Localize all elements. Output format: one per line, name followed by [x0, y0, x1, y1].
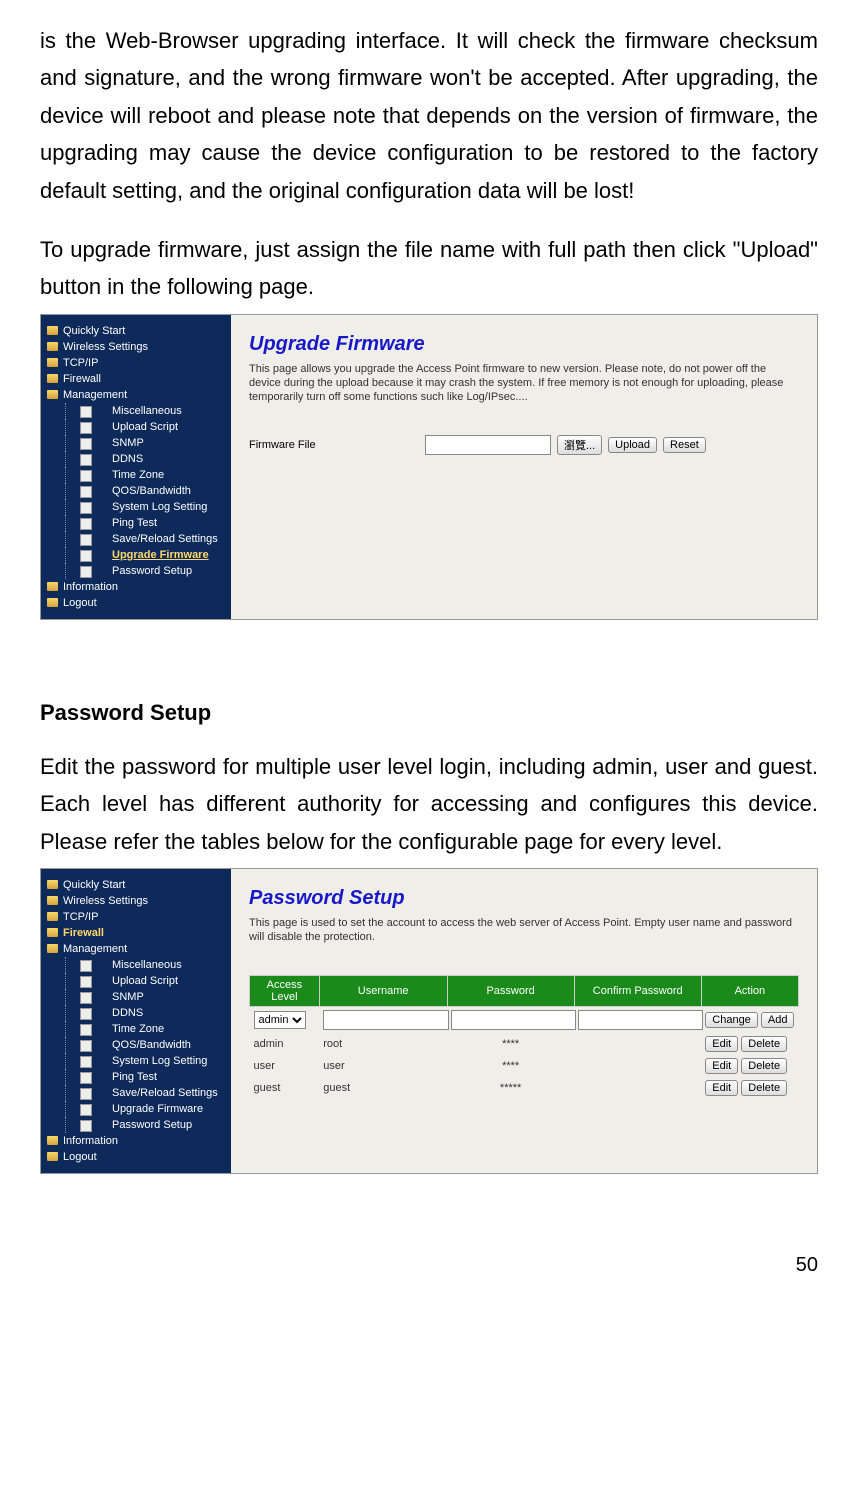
nav-wireless-settings[interactable]: Wireless Settings: [41, 339, 231, 355]
delete-button[interactable]: Delete: [741, 1036, 787, 1052]
nav-wireless-settings[interactable]: Wireless Settings: [41, 893, 231, 909]
edit-button[interactable]: Edit: [705, 1058, 738, 1074]
sidebar: Quickly Start Wireless Settings TCP/IP F…: [41, 869, 231, 1173]
nav-sub-misc[interactable]: Miscellaneous: [65, 403, 231, 419]
delete-button[interactable]: Delete: [741, 1080, 787, 1096]
edit-button[interactable]: Edit: [705, 1080, 738, 1096]
nav-sub-upload-script[interactable]: Upload Script: [65, 973, 231, 989]
table-row: admin root **** Edit Delete: [250, 1033, 799, 1055]
cell-user: user: [319, 1055, 447, 1077]
nav-sub-snmp[interactable]: SNMP: [65, 435, 231, 451]
col-username: Username: [319, 975, 447, 1006]
table-row: user user **** Edit Delete: [250, 1055, 799, 1077]
page-title: Upgrade Firmware: [249, 333, 799, 356]
nav-sub-upgrade-firmware[interactable]: Upgrade Firmware: [65, 547, 231, 563]
intro-paragraph-2: To upgrade firmware, just assign the fil…: [40, 231, 818, 306]
page-description: This page is used to set the account to …: [249, 916, 799, 945]
upload-button[interactable]: Upload: [608, 437, 657, 453]
nav-sub-save-reload[interactable]: Save/Reload Settings: [65, 531, 231, 547]
nav-firewall[interactable]: Firewall: [41, 371, 231, 387]
nav-management[interactable]: Management: [41, 387, 231, 403]
nav-sub-syslog[interactable]: System Log Setting: [65, 499, 231, 515]
password-setup-body: Edit the password for multiple user leve…: [40, 748, 818, 860]
col-action: Action: [701, 975, 798, 1006]
firmware-file-input[interactable]: [425, 435, 551, 455]
edit-button[interactable]: Edit: [705, 1036, 738, 1052]
nav-logout[interactable]: Logout: [41, 1149, 231, 1165]
col-password: Password: [447, 975, 574, 1006]
reset-button[interactable]: Reset: [663, 437, 706, 453]
password-setup-heading: Password Setup: [40, 700, 818, 726]
col-confirm-password: Confirm Password: [574, 975, 701, 1006]
browse-button[interactable]: 瀏覽...: [557, 435, 602, 455]
nav-firewall[interactable]: Firewall: [41, 925, 231, 941]
page-description: This page allows you upgrade the Access …: [249, 362, 799, 405]
nav-sub-snmp[interactable]: SNMP: [65, 989, 231, 1005]
password-setup-screenshot: Quickly Start Wireless Settings TCP/IP F…: [40, 868, 818, 1174]
cell-level: admin: [250, 1033, 320, 1055]
confirm-password-input[interactable]: [578, 1010, 703, 1030]
password-table: Access Level Username Password Confirm P…: [249, 975, 799, 1099]
cell-level: user: [250, 1055, 320, 1077]
nav-sub-password-setup[interactable]: Password Setup: [65, 563, 231, 579]
content-pane: Upgrade Firmware This page allows you up…: [231, 315, 817, 619]
add-button[interactable]: Add: [761, 1012, 795, 1028]
nav-information[interactable]: Information: [41, 1133, 231, 1149]
cell-user: root: [319, 1033, 447, 1055]
table-row-input: admin Change Add: [250, 1006, 799, 1033]
content-pane: Password Setup This page is used to set …: [231, 869, 817, 1173]
cell-pw: *****: [447, 1077, 574, 1099]
page-title: Password Setup: [249, 887, 799, 910]
intro-paragraph-1: is the Web-Browser upgrading interface. …: [40, 22, 818, 209]
password-input[interactable]: [451, 1010, 576, 1030]
nav-quickly-start[interactable]: Quickly Start: [41, 323, 231, 339]
username-input[interactable]: [323, 1010, 449, 1030]
nav-sub-upgrade-firmware[interactable]: Upgrade Firmware: [65, 1101, 231, 1117]
nav-sub-upload-script[interactable]: Upload Script: [65, 419, 231, 435]
nav-sub-timezone[interactable]: Time Zone: [65, 1021, 231, 1037]
nav-quickly-start[interactable]: Quickly Start: [41, 877, 231, 893]
cell-user: guest: [319, 1077, 447, 1099]
nav-management[interactable]: Management: [41, 941, 231, 957]
access-level-select[interactable]: admin: [254, 1011, 306, 1029]
firmware-file-label: Firmware File: [249, 439, 419, 451]
upgrade-firmware-screenshot: Quickly Start Wireless Settings TCP/IP F…: [40, 314, 818, 620]
sidebar: Quickly Start Wireless Settings TCP/IP F…: [41, 315, 231, 619]
cell-level: guest: [250, 1077, 320, 1099]
nav-sub-ddns[interactable]: DDNS: [65, 451, 231, 467]
nav-sub-timezone[interactable]: Time Zone: [65, 467, 231, 483]
cell-pw: ****: [447, 1033, 574, 1055]
nav-sub-ping[interactable]: Ping Test: [65, 1069, 231, 1085]
nav-sub-syslog[interactable]: System Log Setting: [65, 1053, 231, 1069]
nav-information[interactable]: Information: [41, 579, 231, 595]
nav-sub-save-reload[interactable]: Save/Reload Settings: [65, 1085, 231, 1101]
nav-tcpip[interactable]: TCP/IP: [41, 909, 231, 925]
delete-button[interactable]: Delete: [741, 1058, 787, 1074]
cell-pw: ****: [447, 1055, 574, 1077]
nav-sub-password-setup[interactable]: Password Setup: [65, 1117, 231, 1133]
nav-sub-misc[interactable]: Miscellaneous: [65, 957, 231, 973]
nav-sub-ddns[interactable]: DDNS: [65, 1005, 231, 1021]
nav-tcpip[interactable]: TCP/IP: [41, 355, 231, 371]
change-button[interactable]: Change: [705, 1012, 758, 1028]
table-row: guest guest ***** Edit Delete: [250, 1077, 799, 1099]
nav-sub-qos[interactable]: QOS/Bandwidth: [65, 483, 231, 499]
page-number: 50: [0, 1194, 858, 1297]
nav-sub-ping[interactable]: Ping Test: [65, 515, 231, 531]
nav-sub-qos[interactable]: QOS/Bandwidth: [65, 1037, 231, 1053]
col-access-level: Access Level: [250, 975, 320, 1006]
nav-logout[interactable]: Logout: [41, 595, 231, 611]
